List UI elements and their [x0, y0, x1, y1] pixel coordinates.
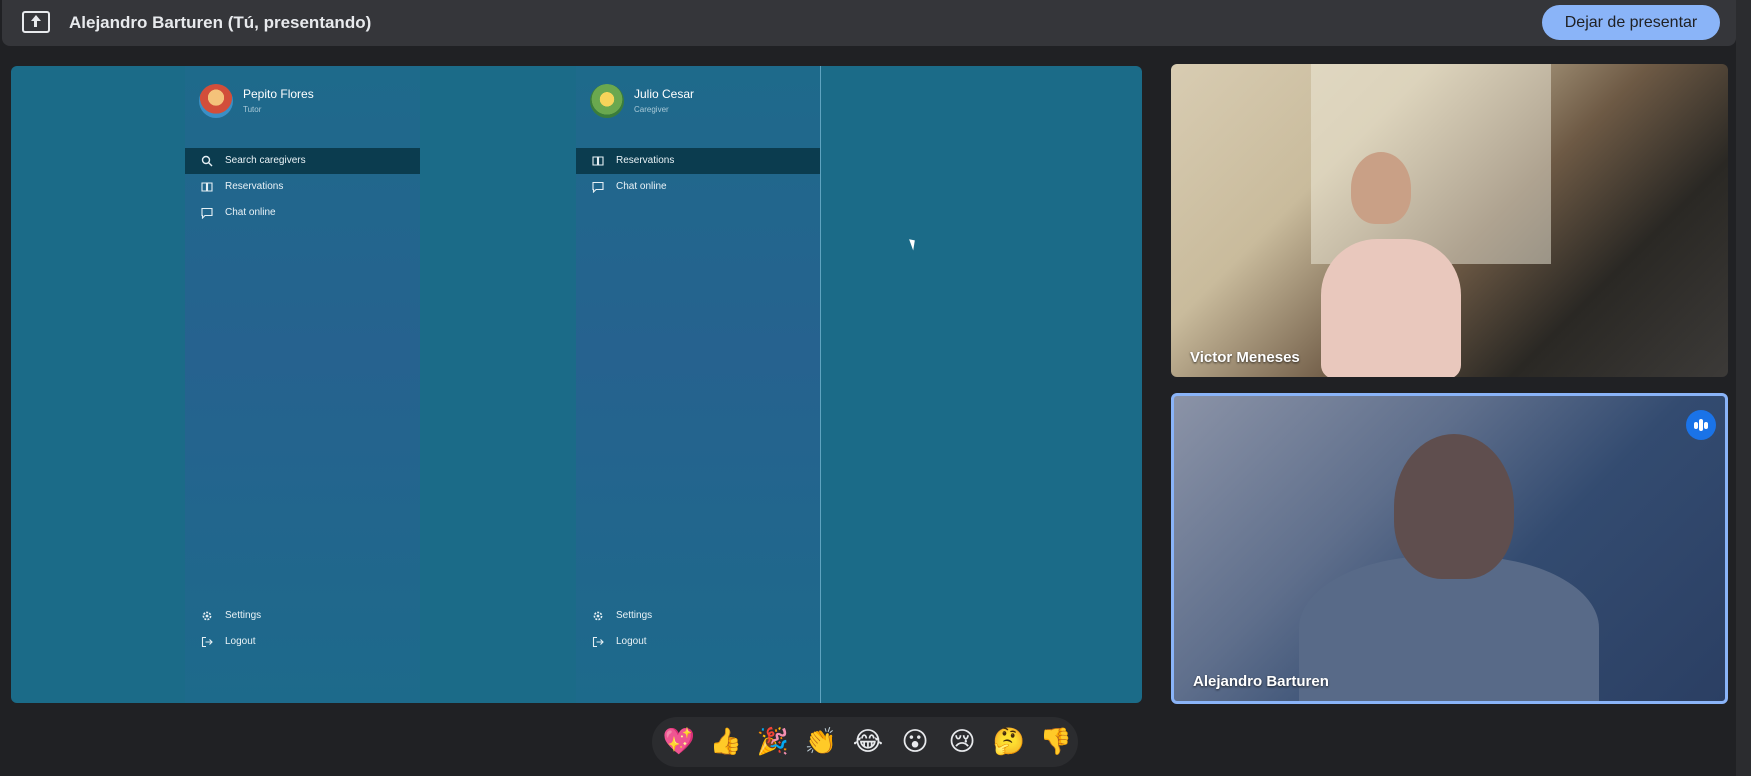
- sidebar-item-logout[interactable]: Logout: [576, 629, 820, 655]
- book-icon: [201, 182, 213, 192]
- participant-video: [1321, 239, 1461, 377]
- clapping-reaction[interactable]: 👏: [802, 723, 840, 761]
- chat-icon: [592, 181, 604, 193]
- thumbs-up-reaction[interactable]: 👍: [707, 723, 745, 761]
- sidebar-item-label: Chat online: [616, 181, 667, 192]
- presentation-bar: Alejandro Barturen (Tú, presentando) Dej…: [2, 0, 1736, 46]
- book-icon: [592, 156, 604, 166]
- right-edge-strip: [1736, 0, 1751, 776]
- speaking-indicator-icon: [1686, 410, 1716, 440]
- shared-screen: Pepito Flores Tutor Search caregivers Re…: [11, 66, 1142, 703]
- sidebar-item-reservations[interactable]: Reservations: [576, 148, 820, 174]
- participant-name: Victor Meneses: [1190, 349, 1300, 366]
- profile-name: Pepito Flores: [243, 87, 314, 101]
- gear-icon: [593, 611, 603, 621]
- chat-icon: [201, 207, 213, 219]
- party-popper-reaction[interactable]: 🎉: [754, 723, 792, 761]
- sidebar-item-search-caregivers[interactable]: Search caregivers: [185, 148, 420, 174]
- sidebar-item-label: Logout: [225, 636, 256, 647]
- sparkling-heart-reaction[interactable]: 💖: [660, 723, 698, 761]
- gear-icon: [202, 611, 212, 621]
- sidebar-item-label: Chat online: [225, 207, 276, 218]
- avatar: [199, 84, 233, 118]
- stop-presenting-button[interactable]: Dejar de presentar: [1542, 5, 1720, 40]
- sidebar-item-chat-online[interactable]: Chat online: [185, 200, 420, 226]
- profile-role: Tutor: [243, 105, 262, 114]
- sidebar-item-label: Settings: [616, 610, 653, 621]
- participant-video: [1351, 152, 1411, 224]
- profile-role: Caregiver: [634, 105, 669, 114]
- participant-tile-victor[interactable]: Victor Meneses: [1171, 64, 1728, 377]
- present-to-all-icon: [22, 11, 50, 33]
- sidebar-item-chat-online[interactable]: Chat online: [576, 174, 820, 200]
- sidebar-item-settings[interactable]: Settings: [185, 603, 420, 629]
- thinking-reaction[interactable]: 🤔: [990, 723, 1028, 761]
- avatar: [590, 84, 624, 118]
- surprised-reaction[interactable]: 😮: [896, 723, 934, 761]
- presenter-title: Alejandro Barturen (Tú, presentando): [69, 13, 372, 32]
- thumbs-down-reaction[interactable]: 👎: [1037, 723, 1075, 761]
- sidebar-item-label: Reservations: [616, 155, 675, 166]
- video-background: [1311, 64, 1551, 264]
- sidebar-item-label: Search caregivers: [225, 155, 306, 166]
- logout-icon: [201, 636, 213, 648]
- crying-reaction[interactable]: 😢: [943, 723, 981, 761]
- participant-name: Alejandro Barturen: [1193, 673, 1329, 690]
- participant-video: [1394, 434, 1514, 579]
- tears-of-joy-reaction[interactable]: 😂: [849, 723, 887, 761]
- reactions-bar: 💖 👍 🎉 👏 😂 😮 😢 🤔 👎: [652, 717, 1078, 767]
- sidebar-item-settings[interactable]: Settings: [576, 603, 820, 629]
- profile-name: Julio Cesar: [634, 87, 695, 101]
- sidebar-item-label: Logout: [616, 636, 647, 647]
- sidebar-item-label: Reservations: [225, 181, 284, 192]
- participant-tile-alejandro[interactable]: Alejandro Barturen: [1171, 393, 1728, 704]
- sidebar-item-logout[interactable]: Logout: [185, 629, 420, 655]
- search-icon: [201, 155, 213, 167]
- sidebar-item-reservations[interactable]: Reservations: [185, 174, 420, 200]
- sidebar-panel-caregiver: Julio Cesar Caregiver Reservations Chat …: [576, 66, 821, 703]
- logout-icon: [592, 636, 604, 648]
- sidebar-item-label: Settings: [225, 610, 262, 621]
- sidebar-panel-tutor: Pepito Flores Tutor Search caregivers Re…: [185, 66, 420, 703]
- mouse-cursor-icon: [909, 237, 918, 251]
